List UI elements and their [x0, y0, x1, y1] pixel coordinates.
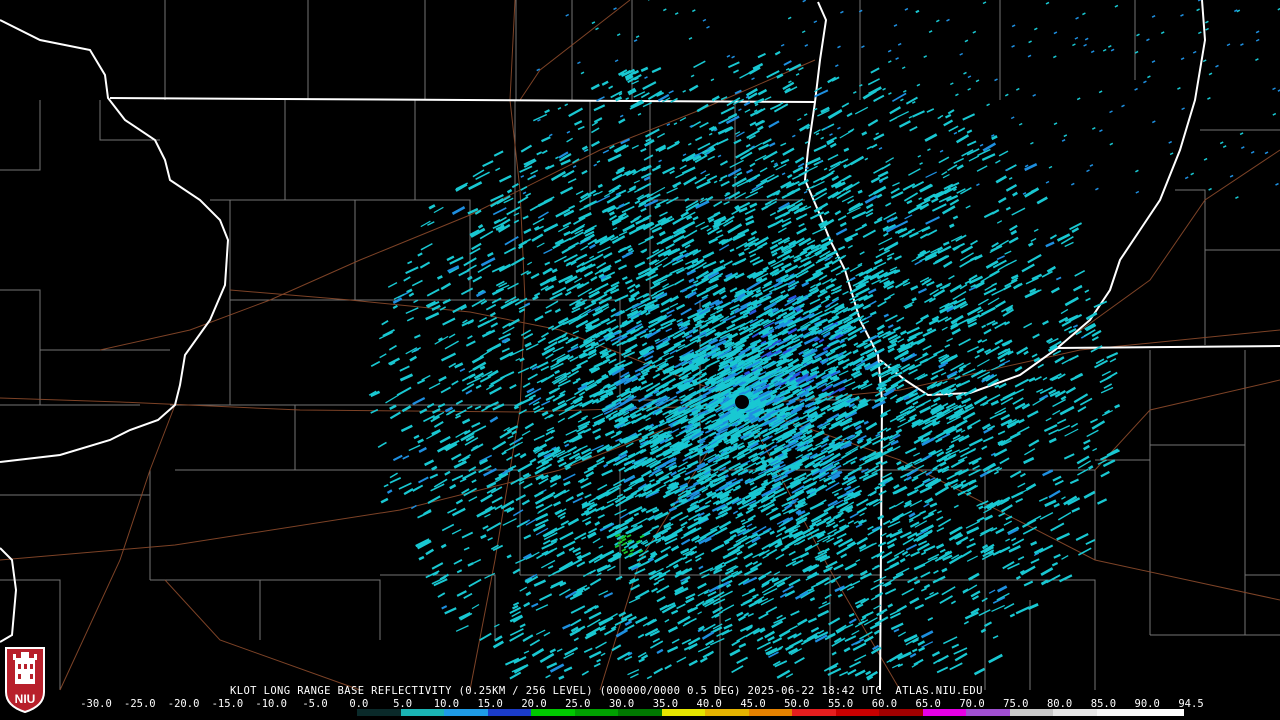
- echo-streak: [695, 338, 702, 343]
- radar-map: [0, 0, 1280, 720]
- echo-streak: [857, 189, 863, 194]
- echo-streak: [948, 223, 955, 229]
- echo-streak: [703, 590, 709, 595]
- echo-streak: [966, 425, 973, 430]
- echo-streak: [911, 297, 917, 302]
- echo-streak: [713, 613, 720, 618]
- echo-streak: [597, 183, 603, 189]
- echo-streak: [513, 405, 520, 410]
